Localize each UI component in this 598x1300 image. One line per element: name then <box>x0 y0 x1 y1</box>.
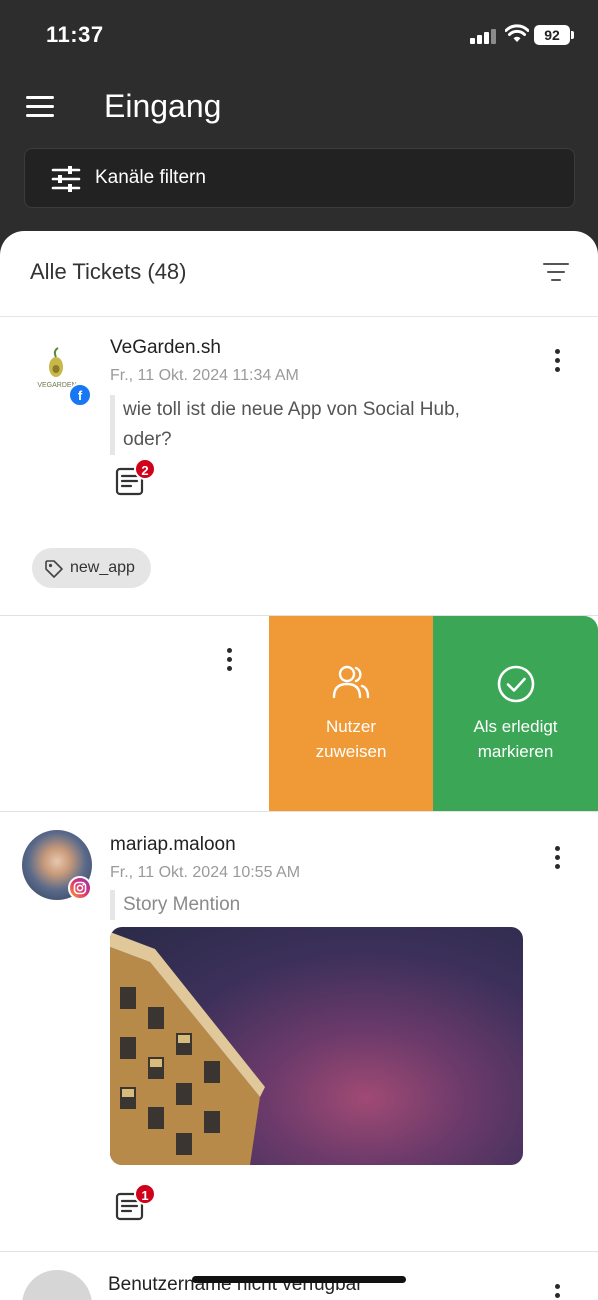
sliders-icon <box>51 166 81 192</box>
ticket-item[interactable]: mariap.maloon Fr., 11 Okt. 2024 10:55 AM… <box>0 812 598 1250</box>
more-options-icon[interactable] <box>554 349 562 375</box>
svg-text:f: f <box>78 388 83 403</box>
battery-indicator: 92 <box>534 25 574 45</box>
signal-icon <box>470 28 498 44</box>
assign-user-button[interactable]: Nutzer zuweisen <box>269 616 433 812</box>
more-options-icon[interactable] <box>554 846 562 872</box>
sort-icon[interactable] <box>543 263 569 283</box>
list-header: Alle Tickets (48) <box>0 231 598 317</box>
message-line: wie toll ist die neue App von Social Hub… <box>123 399 460 420</box>
ticket-message: wie toll ist die neue App von Social Hub… <box>110 395 530 455</box>
ticket-author: VeGarden.sh <box>110 337 221 358</box>
assign-label-line: zuweisen <box>315 742 387 761</box>
ticket-date: Fr., 11 Okt. 2024 10:55 AM <box>110 864 301 881</box>
message-line: Story Mention <box>123 894 241 915</box>
notes-count-badge: 1 <box>134 1183 156 1205</box>
more-options-icon[interactable] <box>226 648 234 674</box>
users-icon <box>332 665 370 699</box>
assign-label-line: Nutzer <box>325 717 377 736</box>
tag-label: new_app <box>70 559 135 576</box>
ticket-list: Alle Tickets (48) VEGARDEN f VeGarden.sh… <box>0 231 598 1300</box>
mark-done-button[interactable]: Als erledigt markieren <box>433 616 598 812</box>
status-time: 11:37 <box>46 22 104 47</box>
avatar <box>22 1270 92 1300</box>
status-bar: 11:37 92 <box>0 0 598 72</box>
tag-chip[interactable]: new_app <box>32 548 151 588</box>
story-image[interactable] <box>110 927 523 1165</box>
ticket-item[interactable]: VEGARDEN f VeGarden.sh Fr., 11 Okt. 2024… <box>0 317 598 615</box>
tag-icon <box>45 560 63 578</box>
home-indicator <box>192 1276 406 1283</box>
ticket-author: mariap.maloon <box>110 834 236 855</box>
more-options-icon[interactable] <box>554 1284 562 1300</box>
swiped-ticket-item[interactable]: Nutzer zuweisen Als erledigt markieren <box>0 616 598 812</box>
building-photo <box>110 932 265 1165</box>
message-line: oder? <box>123 429 172 450</box>
filter-label: Kanäle filtern <box>95 167 206 188</box>
done-label-line: markieren <box>477 742 554 761</box>
facebook-icon: f <box>68 383 92 407</box>
channel-filter-button[interactable]: Kanäle filtern <box>24 148 575 208</box>
list-title: Alle Tickets (48) <box>30 259 187 284</box>
done-label-line: Als erledigt <box>473 717 558 736</box>
ticket-message: Story Mention <box>110 890 240 920</box>
notes-count-badge: 2 <box>134 458 156 480</box>
hamburger-menu-icon[interactable] <box>26 96 56 120</box>
wifi-icon <box>505 24 529 42</box>
page-title: Eingang <box>104 88 222 124</box>
check-circle-icon <box>497 665 534 703</box>
ticket-date: Fr., 11 Okt. 2024 11:34 AM <box>110 367 299 384</box>
instagram-icon <box>68 876 92 900</box>
